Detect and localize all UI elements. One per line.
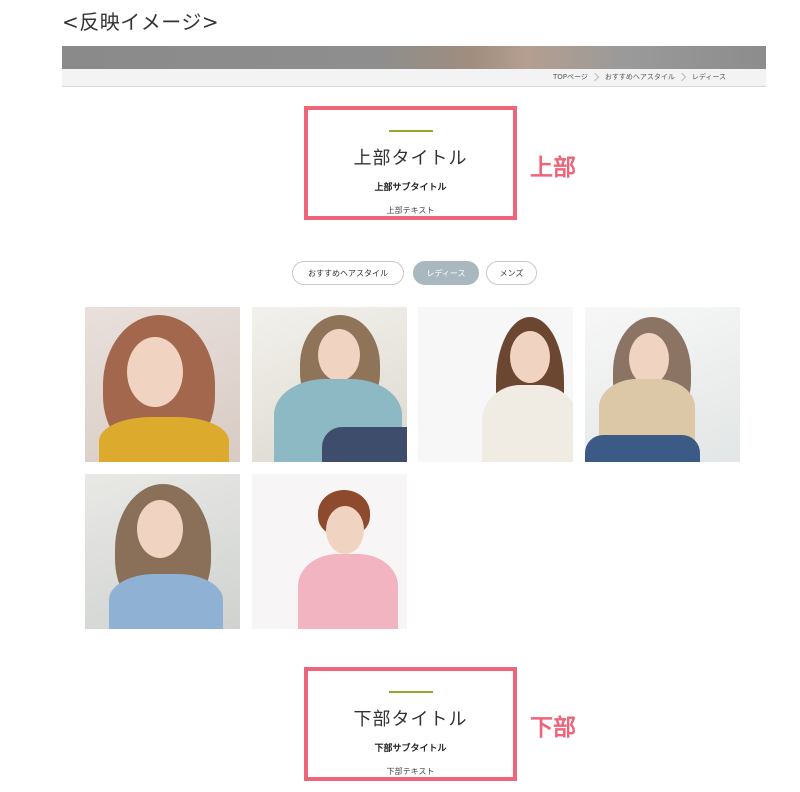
bottom-title-block: 下部タイトル 下部サブタイトル 下部テキスト (304, 667, 517, 781)
top-sub-title: 上部サブタイトル (374, 183, 447, 193)
bottom-sub-title: 下部サブタイトル (374, 744, 447, 754)
category-tabs: おすすめヘアスタイル レディース メンズ (0, 261, 800, 287)
page-caption: <反映イメージ> (62, 10, 220, 34)
title-accent-line (388, 130, 433, 132)
top-side-label: 上部 (530, 155, 576, 181)
hairstyle-photo-6[interactable] (252, 474, 407, 629)
bottom-text: 下部テキスト (386, 767, 435, 776)
top-main-title: 上部タイトル (353, 148, 468, 169)
hairstyle-photo-3[interactable] (418, 307, 573, 462)
breadcrumb: TOPページ おすすめヘアスタイル レディース (62, 69, 766, 87)
hairstyle-photo-1[interactable] (85, 307, 240, 462)
hairstyle-photo-5[interactable] (85, 474, 240, 629)
breadcrumb-item-recommended[interactable]: おすすめヘアスタイル (605, 72, 675, 82)
chevron-right-icon (590, 72, 600, 82)
hairstyle-photo-4[interactable] (585, 307, 740, 462)
title-accent-line (388, 691, 433, 693)
top-text: 上部テキスト (386, 206, 435, 215)
tab-ladies[interactable]: レディース (413, 261, 479, 285)
chevron-right-icon (677, 72, 687, 82)
hairstyle-photo-2[interactable] (252, 307, 407, 462)
hero-banner (62, 46, 766, 69)
breadcrumb-item-current: レディース (691, 73, 726, 81)
tab-mens[interactable]: メンズ (486, 261, 537, 285)
bottom-side-label: 下部 (530, 715, 576, 741)
top-title-block: 上部タイトル 上部サブタイトル 上部テキスト (304, 106, 517, 220)
bottom-main-title: 下部タイトル (353, 709, 468, 730)
tab-recommended[interactable]: おすすめヘアスタイル (292, 261, 404, 285)
breadcrumb-item-top[interactable]: TOPページ (553, 72, 588, 82)
